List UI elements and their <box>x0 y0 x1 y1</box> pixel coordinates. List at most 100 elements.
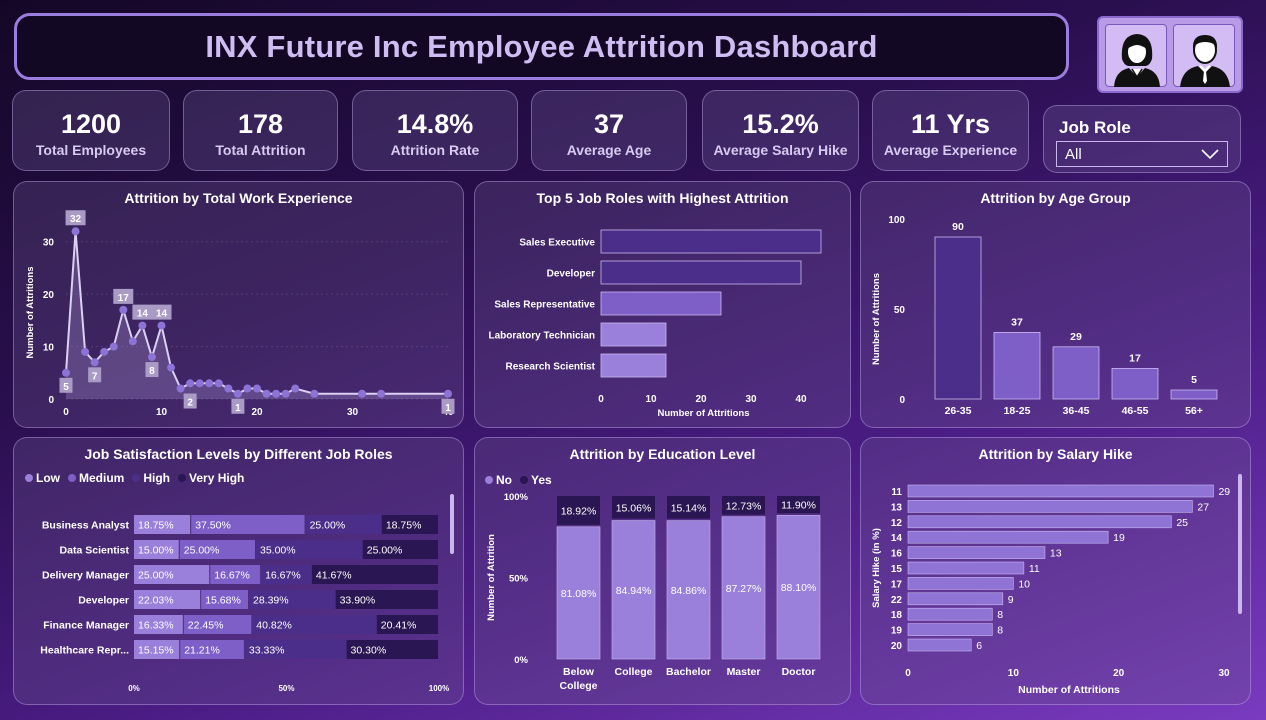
segment-label: 21.21% <box>184 645 220 657</box>
category-label: Healthcare Repr... <box>40 645 129 657</box>
x-tick-label: 10 <box>156 407 168 418</box>
category-label: 36-45 <box>1063 405 1090 417</box>
y-tick-label: 20 <box>43 290 55 301</box>
segment-label: 37.50% <box>195 520 231 532</box>
data-point <box>176 384 185 393</box>
data-label: 29 <box>1070 331 1082 343</box>
data-label: 13 <box>1050 548 1062 560</box>
education-legend: No Yes <box>485 473 552 487</box>
legend-item-no[interactable]: No <box>485 473 512 487</box>
x-tick-label: 0 <box>63 407 69 418</box>
data-point <box>233 389 242 398</box>
data-point <box>272 389 281 398</box>
segment-label: 20.41% <box>381 620 417 632</box>
category-label: Business Analyst <box>42 520 130 532</box>
bar <box>993 331 1041 400</box>
category-label: 14 <box>891 533 903 544</box>
legend-label: Medium <box>79 471 125 485</box>
y-axis-label: Number of Attrition <box>486 534 497 621</box>
segment-label: 22.45% <box>188 620 224 632</box>
data-point <box>62 368 70 377</box>
segment-label: 41.67% <box>316 570 352 582</box>
satisfaction-scrollbar[interactable] <box>450 494 454 554</box>
data-point <box>71 227 80 236</box>
category-label: Bachelor <box>666 666 711 678</box>
age-bar-chart: 0 50 100 Number of Attritions 90 26-35 37 18-25… <box>871 215 1218 417</box>
x-tick-label: 0 <box>598 394 604 405</box>
category-label: 26-35 <box>945 405 972 417</box>
data-label: 19 <box>1113 532 1125 544</box>
data-point <box>205 379 214 388</box>
legend-item-yes[interactable]: Yes <box>520 473 552 487</box>
legend-label: No <box>496 473 512 487</box>
category-label: Developer <box>547 269 595 280</box>
segment-label: 15.15% <box>138 645 174 657</box>
x-tick-label: 30 <box>347 407 359 418</box>
education-chart-panel: Attrition by Education Level No Yes 0% 50… <box>474 437 851 705</box>
bar <box>907 561 1025 575</box>
x-axis-label: Number of Attritions <box>1018 684 1120 696</box>
bar <box>600 291 722 316</box>
x-tick-label: 0 <box>905 668 911 679</box>
x-tick-label: 0% <box>128 684 140 693</box>
segment-label: 15.14% <box>671 502 707 514</box>
segment-label: 12.73% <box>726 500 762 512</box>
salary-chart-panel: Attrition by Salary Hike 11 29 13 27 12 25 14 1… <box>860 437 1251 705</box>
legend-label: Yes <box>531 473 552 487</box>
bar <box>907 577 1014 590</box>
category-label: Developer <box>78 595 129 607</box>
y-axis-label: Number of Attritions <box>25 266 36 358</box>
salary-scrollbar[interactable] <box>1238 474 1242 614</box>
legend-item-low[interactable]: Low <box>25 471 60 485</box>
segment-label: 15.00% <box>138 545 174 557</box>
chevron-down-icon <box>1201 149 1219 159</box>
age-chart-panel: Attrition by Age Group 0 50 100 Number of A… <box>860 181 1251 428</box>
category-label: 56+ <box>1185 405 1203 417</box>
segment-label: 84.94% <box>616 585 652 597</box>
bar <box>1052 346 1100 400</box>
data-label: 11 <box>1029 563 1040 575</box>
data-point <box>224 384 233 393</box>
legend-item-very-high[interactable]: Very High <box>178 471 244 485</box>
category-label: Laboratory Technician <box>488 331 595 342</box>
bar <box>600 353 667 378</box>
segment-label: 16.67% <box>214 570 250 582</box>
category-label: 17 <box>891 579 903 590</box>
kpi-value: 178 <box>237 109 284 139</box>
data-point <box>358 389 367 398</box>
bar <box>907 623 993 636</box>
y-tick-label: 50 <box>894 305 906 316</box>
data-label: 5 <box>1191 374 1197 386</box>
legend-label: Low <box>36 471 60 485</box>
experience-area <box>66 231 448 399</box>
category-label: 18-25 <box>1004 405 1031 417</box>
data-point <box>377 389 386 398</box>
segment-label: 22.03% <box>138 595 174 607</box>
legend-item-medium[interactable]: Medium <box>68 471 124 485</box>
kpi-total-attrition: 178 Total Attrition <box>183 90 338 171</box>
kpi-average-experience: 11 Yrs Average Experience <box>872 90 1029 171</box>
kpi-label: Average Experience <box>883 142 1018 158</box>
data-point <box>186 379 195 388</box>
category-label: Finance Manager <box>43 620 129 632</box>
data-point <box>291 384 300 393</box>
kpi-label: Average Age <box>566 142 652 158</box>
experience-chart-panel: Attrition by Total Work Experience 0 10 20… <box>13 181 464 428</box>
y-tick-label: 50% <box>509 574 529 585</box>
x-tick-label: 20 <box>251 407 263 418</box>
top-roles-bar-chart: Sales Executive Developer Sales Representa… <box>488 229 822 419</box>
data-point <box>147 353 156 362</box>
job-role-dropdown[interactable]: All <box>1056 141 1228 167</box>
segment-label: 11.90% <box>781 500 816 512</box>
top-roles-chart-panel: Top 5 Job Roles with Highest Attrition S… <box>474 181 851 428</box>
data-label: 37 <box>1011 316 1023 328</box>
bar <box>600 229 822 254</box>
y-tick-label: 0 <box>899 395 905 406</box>
legend-item-high[interactable]: High <box>132 471 170 485</box>
category-label: College <box>560 680 598 692</box>
category-label: Master <box>727 666 761 678</box>
x-axis-label: Number of Attritions <box>657 408 749 419</box>
data-point <box>195 379 204 388</box>
segment-label: 25.00% <box>184 545 220 557</box>
bar <box>907 484 1214 498</box>
